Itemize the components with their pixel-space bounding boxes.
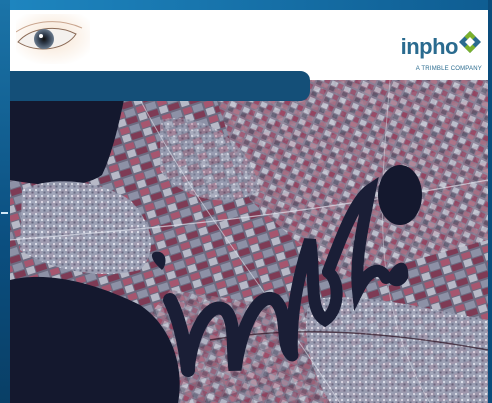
window-right-border bbox=[488, 0, 492, 403]
diamond-icon bbox=[459, 31, 481, 53]
brand-wordmark: inpho bbox=[400, 34, 459, 59]
title-banner bbox=[10, 70, 310, 101]
window-top-border bbox=[0, 0, 492, 10]
brand-tagline: A TRIMBLE COMPANY bbox=[415, 66, 482, 72]
window-left-border bbox=[0, 0, 10, 403]
side-marker bbox=[1, 212, 8, 214]
inpho-script-overlay: inpho bbox=[151, 176, 409, 377]
brand-logo[interactable]: inpho A TRIMBLE COMPANY bbox=[390, 30, 482, 78]
eye-icon bbox=[16, 14, 90, 64]
